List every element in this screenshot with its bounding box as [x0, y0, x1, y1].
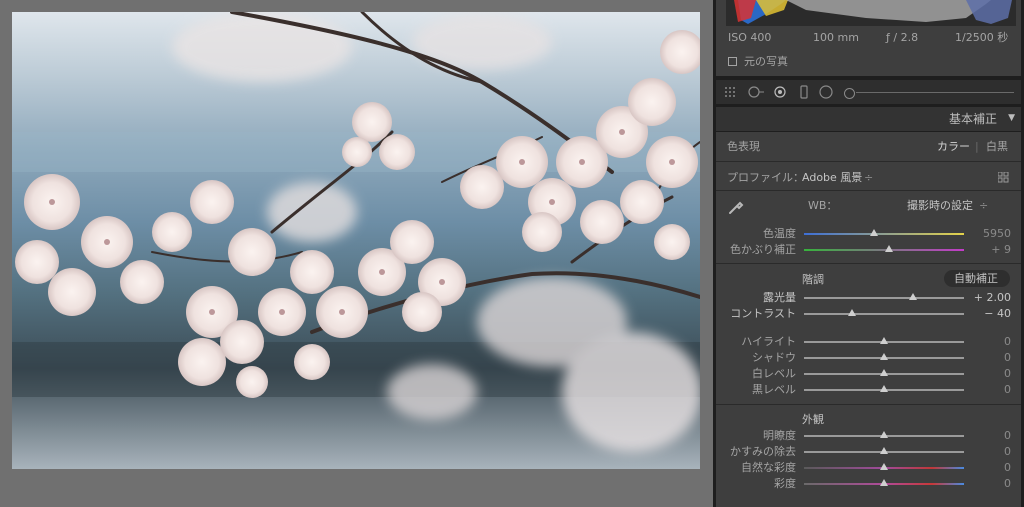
collapse-triangle-icon[interactable]: ▼ [1008, 112, 1015, 125]
treatment-divider: | [975, 140, 979, 153]
treatment-color-option[interactable]: カラー [937, 140, 970, 153]
auto-tone-label: 自動補正 [954, 272, 998, 285]
exposure-value[interactable]: + 2.00 [971, 291, 1011, 304]
presence-title: 外観 [802, 413, 824, 426]
develop-panel: ISO 400 100 mm ƒ / 2.8 1/2500 秒 元の写真 基本補… [713, 0, 1024, 507]
exposure-slider-thumb[interactable] [908, 293, 917, 300]
contrast-label: コントラスト [730, 307, 796, 320]
highlights-value[interactable]: 0 [971, 335, 1011, 348]
temp-label: 色温度 [763, 227, 796, 240]
temp-slider-track[interactable] [804, 233, 964, 235]
divider [716, 190, 1021, 191]
shadows-slider-thumb[interactable] [880, 353, 888, 360]
clarity-slider-thumb[interactable] [880, 431, 888, 438]
contrast-slider-thumb[interactable] [848, 309, 856, 316]
dehaze-slider-thumb[interactable] [880, 447, 888, 454]
saturation-value[interactable]: 0 [971, 477, 1011, 490]
exposure-slider-track[interactable] [804, 297, 964, 299]
wb-label: WB： [808, 199, 838, 212]
contrast-slider-track[interactable] [804, 313, 964, 315]
divider [716, 263, 1021, 264]
shutter-readout: 1/2500 秒 [955, 31, 1009, 44]
iso-readout: ISO 400 [728, 31, 772, 44]
tint-slider-thumb[interactable] [884, 245, 893, 252]
vibrance-slider-thumb[interactable] [880, 463, 888, 470]
clarity-label: 明瞭度 [763, 429, 796, 442]
aperture-readout: ƒ / 2.8 [886, 31, 919, 44]
original-photo-checkbox[interactable] [728, 57, 737, 66]
temp-value[interactable]: 5950 [971, 227, 1011, 240]
divider [716, 161, 1021, 162]
tint-value[interactable]: + 9 [971, 243, 1011, 256]
blacks-label: 黒レベル [752, 383, 796, 396]
photo-area [0, 0, 713, 507]
wb-select[interactable]: 撮影時の設定 [907, 199, 973, 212]
saturation-slider-thumb[interactable] [880, 479, 888, 486]
photo-preview[interactable] [12, 12, 700, 469]
divider [716, 404, 1021, 405]
basic-panel-body: 色表現 カラー | 白黒 プロファイル： Adobe 風景 ÷ WB： 撮影時の… [716, 132, 1021, 507]
temp-slider-thumb[interactable] [870, 229, 879, 236]
auto-tone-button[interactable]: 自動補正 [944, 270, 1010, 287]
shadows-value[interactable]: 0 [971, 351, 1011, 364]
vibrance-label: 自然な彩度 [741, 461, 796, 474]
blacks-slider-thumb[interactable] [880, 385, 888, 392]
whites-value[interactable]: 0 [971, 367, 1011, 380]
profile-select[interactable]: Adobe 風景 [802, 171, 862, 184]
basic-panel-header[interactable]: 基本補正 ▼ [716, 107, 1021, 131]
profile-browser-grid-icon[interactable] [998, 172, 1009, 183]
treatment-bw-option[interactable]: 白黒 [986, 140, 1008, 153]
whites-slider-thumb[interactable] [880, 369, 888, 376]
highlights-slider-thumb[interactable] [880, 337, 888, 344]
focal-length-readout: 100 mm [813, 31, 859, 44]
profile-dropdown-icon[interactable]: ÷ [864, 171, 873, 184]
exposure-label: 露光量 [763, 291, 796, 304]
tool-strip [716, 80, 1021, 104]
tool-icons [725, 85, 833, 99]
histogram-panel: ISO 400 100 mm ƒ / 2.8 1/2500 秒 元の写真 [716, 0, 1021, 76]
tone-title: 階調 [802, 273, 824, 286]
wb-dropdown-icon[interactable]: ÷ [979, 199, 988, 212]
tint-label: 色かぶり補正 [730, 243, 796, 256]
histogram[interactable] [726, 0, 1016, 26]
saturation-label: 彩度 [774, 477, 796, 490]
brush-size-icon[interactable] [844, 88, 855, 99]
panel-title: 基本補正 [948, 112, 997, 126]
contrast-value[interactable]: − 40 [971, 307, 1011, 320]
cherry-blossom-image [12, 12, 700, 452]
shadows-label: シャドウ [752, 351, 796, 364]
original-photo-label: 元の写真 [744, 55, 788, 68]
treatment-label: 色表現 [727, 140, 760, 153]
tool-strip-slider[interactable] [856, 92, 1014, 93]
dehaze-label: かすみの除去 [730, 445, 796, 458]
clarity-value[interactable]: 0 [971, 429, 1011, 442]
whites-label: 白レベル [752, 367, 796, 380]
profile-label: プロファイル： [727, 171, 804, 184]
highlights-label: ハイライト [741, 335, 796, 348]
eyedropper-icon[interactable] [727, 198, 745, 216]
vibrance-value[interactable]: 0 [971, 461, 1011, 474]
blacks-value[interactable]: 0 [971, 383, 1011, 396]
dehaze-value[interactable]: 0 [971, 445, 1011, 458]
